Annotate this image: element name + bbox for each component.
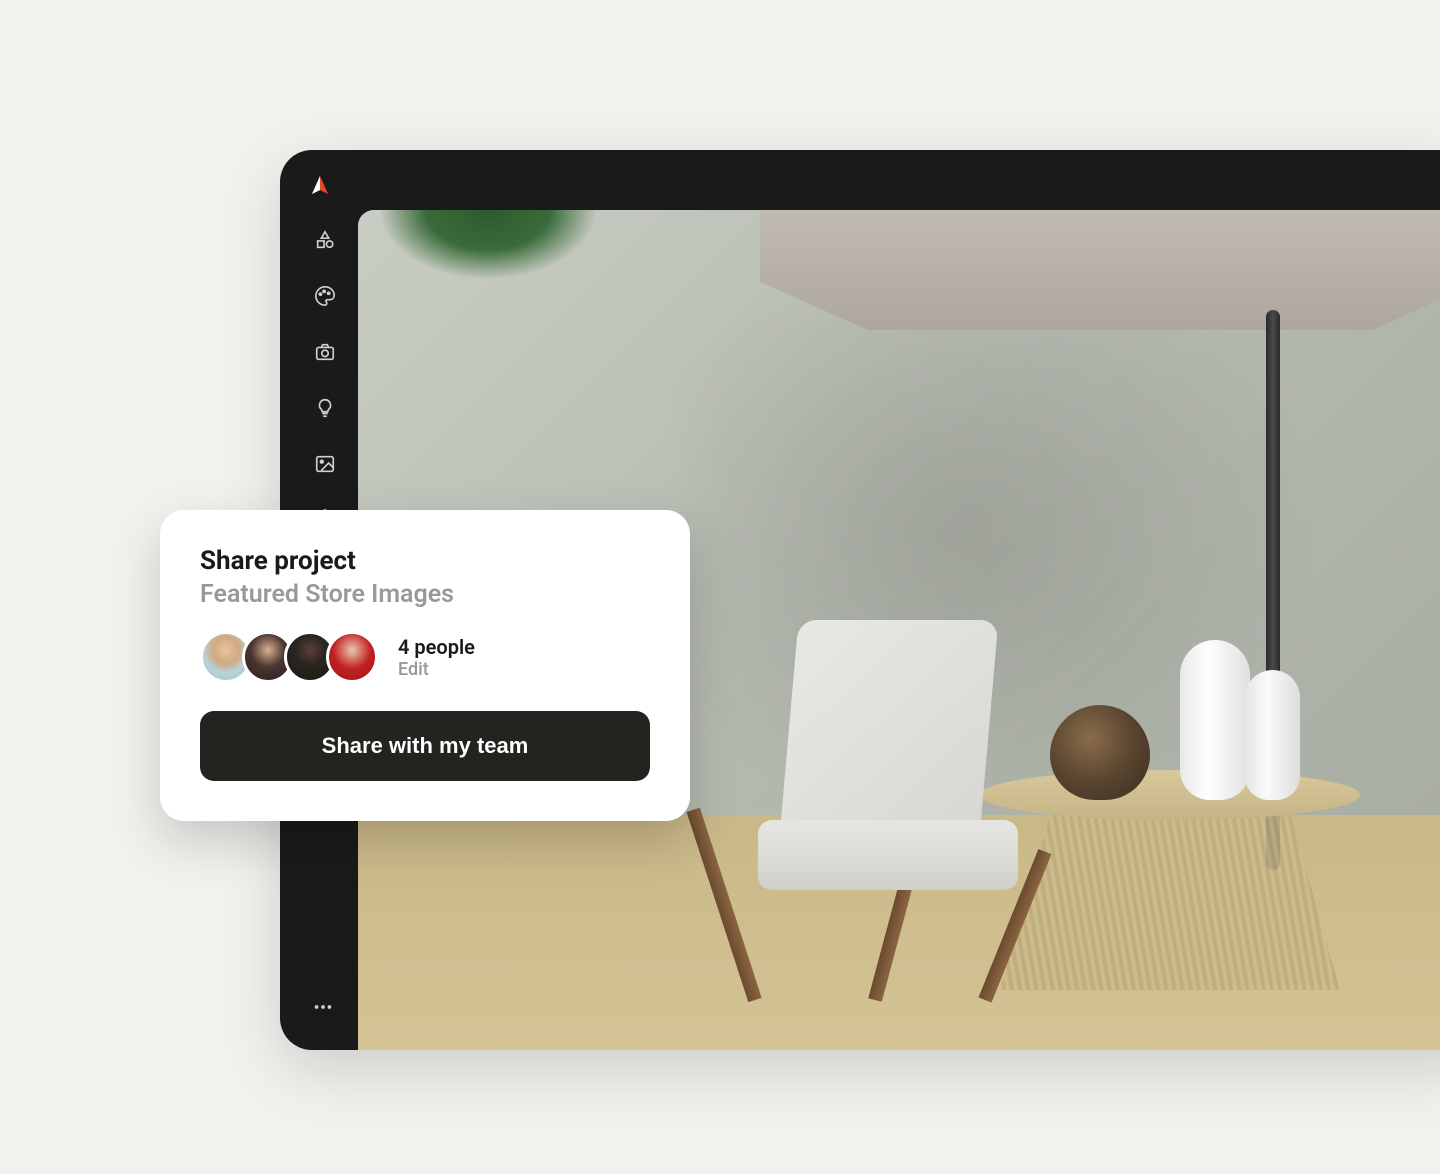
scene-umbrella-canopy bbox=[760, 210, 1440, 330]
more-horizontal-icon[interactable] bbox=[312, 996, 334, 1022]
share-people-row: 4 people Edit bbox=[200, 631, 650, 683]
app-logo-icon bbox=[308, 174, 332, 198]
scene-vase-white-short bbox=[1245, 670, 1300, 800]
avatar[interactable] bbox=[326, 631, 378, 683]
shapes-icon[interactable] bbox=[313, 228, 337, 252]
camera-icon[interactable] bbox=[313, 340, 337, 364]
scene-greenery bbox=[378, 210, 598, 280]
left-toolbar bbox=[300, 220, 350, 532]
lightbulb-icon[interactable] bbox=[313, 396, 337, 420]
people-count-label: 4 people bbox=[398, 635, 475, 659]
edit-people-link[interactable]: Edit bbox=[398, 659, 475, 680]
share-with-team-button[interactable]: Share with my team bbox=[200, 711, 650, 781]
people-info: 4 people Edit bbox=[398, 635, 475, 680]
avatar-group bbox=[200, 631, 378, 683]
scene-vase-white-tall bbox=[1180, 640, 1250, 800]
image-icon[interactable] bbox=[313, 452, 337, 476]
palette-icon[interactable] bbox=[313, 284, 337, 308]
scene-chair bbox=[728, 620, 1068, 1000]
share-project-dialog: Share project Featured Store Images 4 pe… bbox=[160, 510, 690, 821]
share-dialog-title: Share project bbox=[200, 546, 650, 576]
share-dialog-subtitle: Featured Store Images bbox=[200, 580, 650, 609]
